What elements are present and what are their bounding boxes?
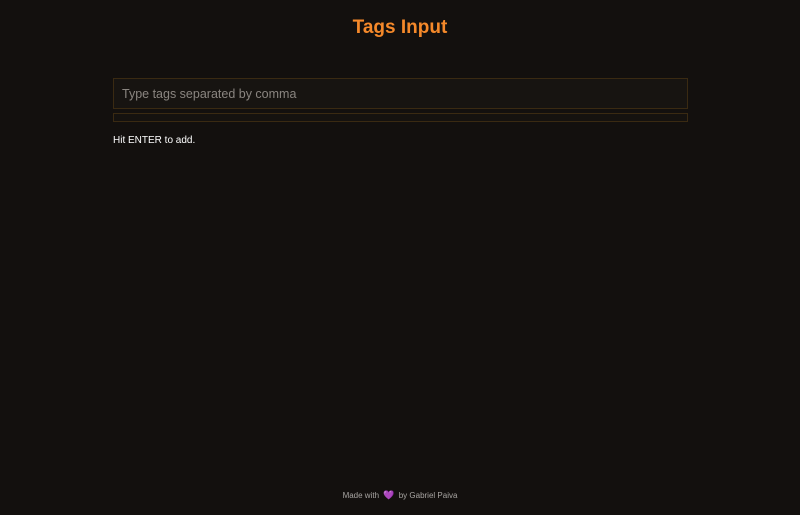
- page-title: Tags Input: [352, 17, 448, 38]
- heart-icon: 💜: [383, 490, 395, 500]
- page: Tags Input Hit ENTER to add. Made with 💜…: [0, 0, 800, 515]
- footer: Made with 💜 by Gabriel Paiva: [0, 489, 800, 502]
- tags-input[interactable]: [113, 78, 688, 109]
- tags-list: [113, 113, 688, 122]
- footer-author: by Gabriel Paiva: [398, 491, 458, 500]
- hint-text: Hit ENTER to add.: [113, 135, 196, 146]
- footer-prefix: Made with: [342, 491, 380, 500]
